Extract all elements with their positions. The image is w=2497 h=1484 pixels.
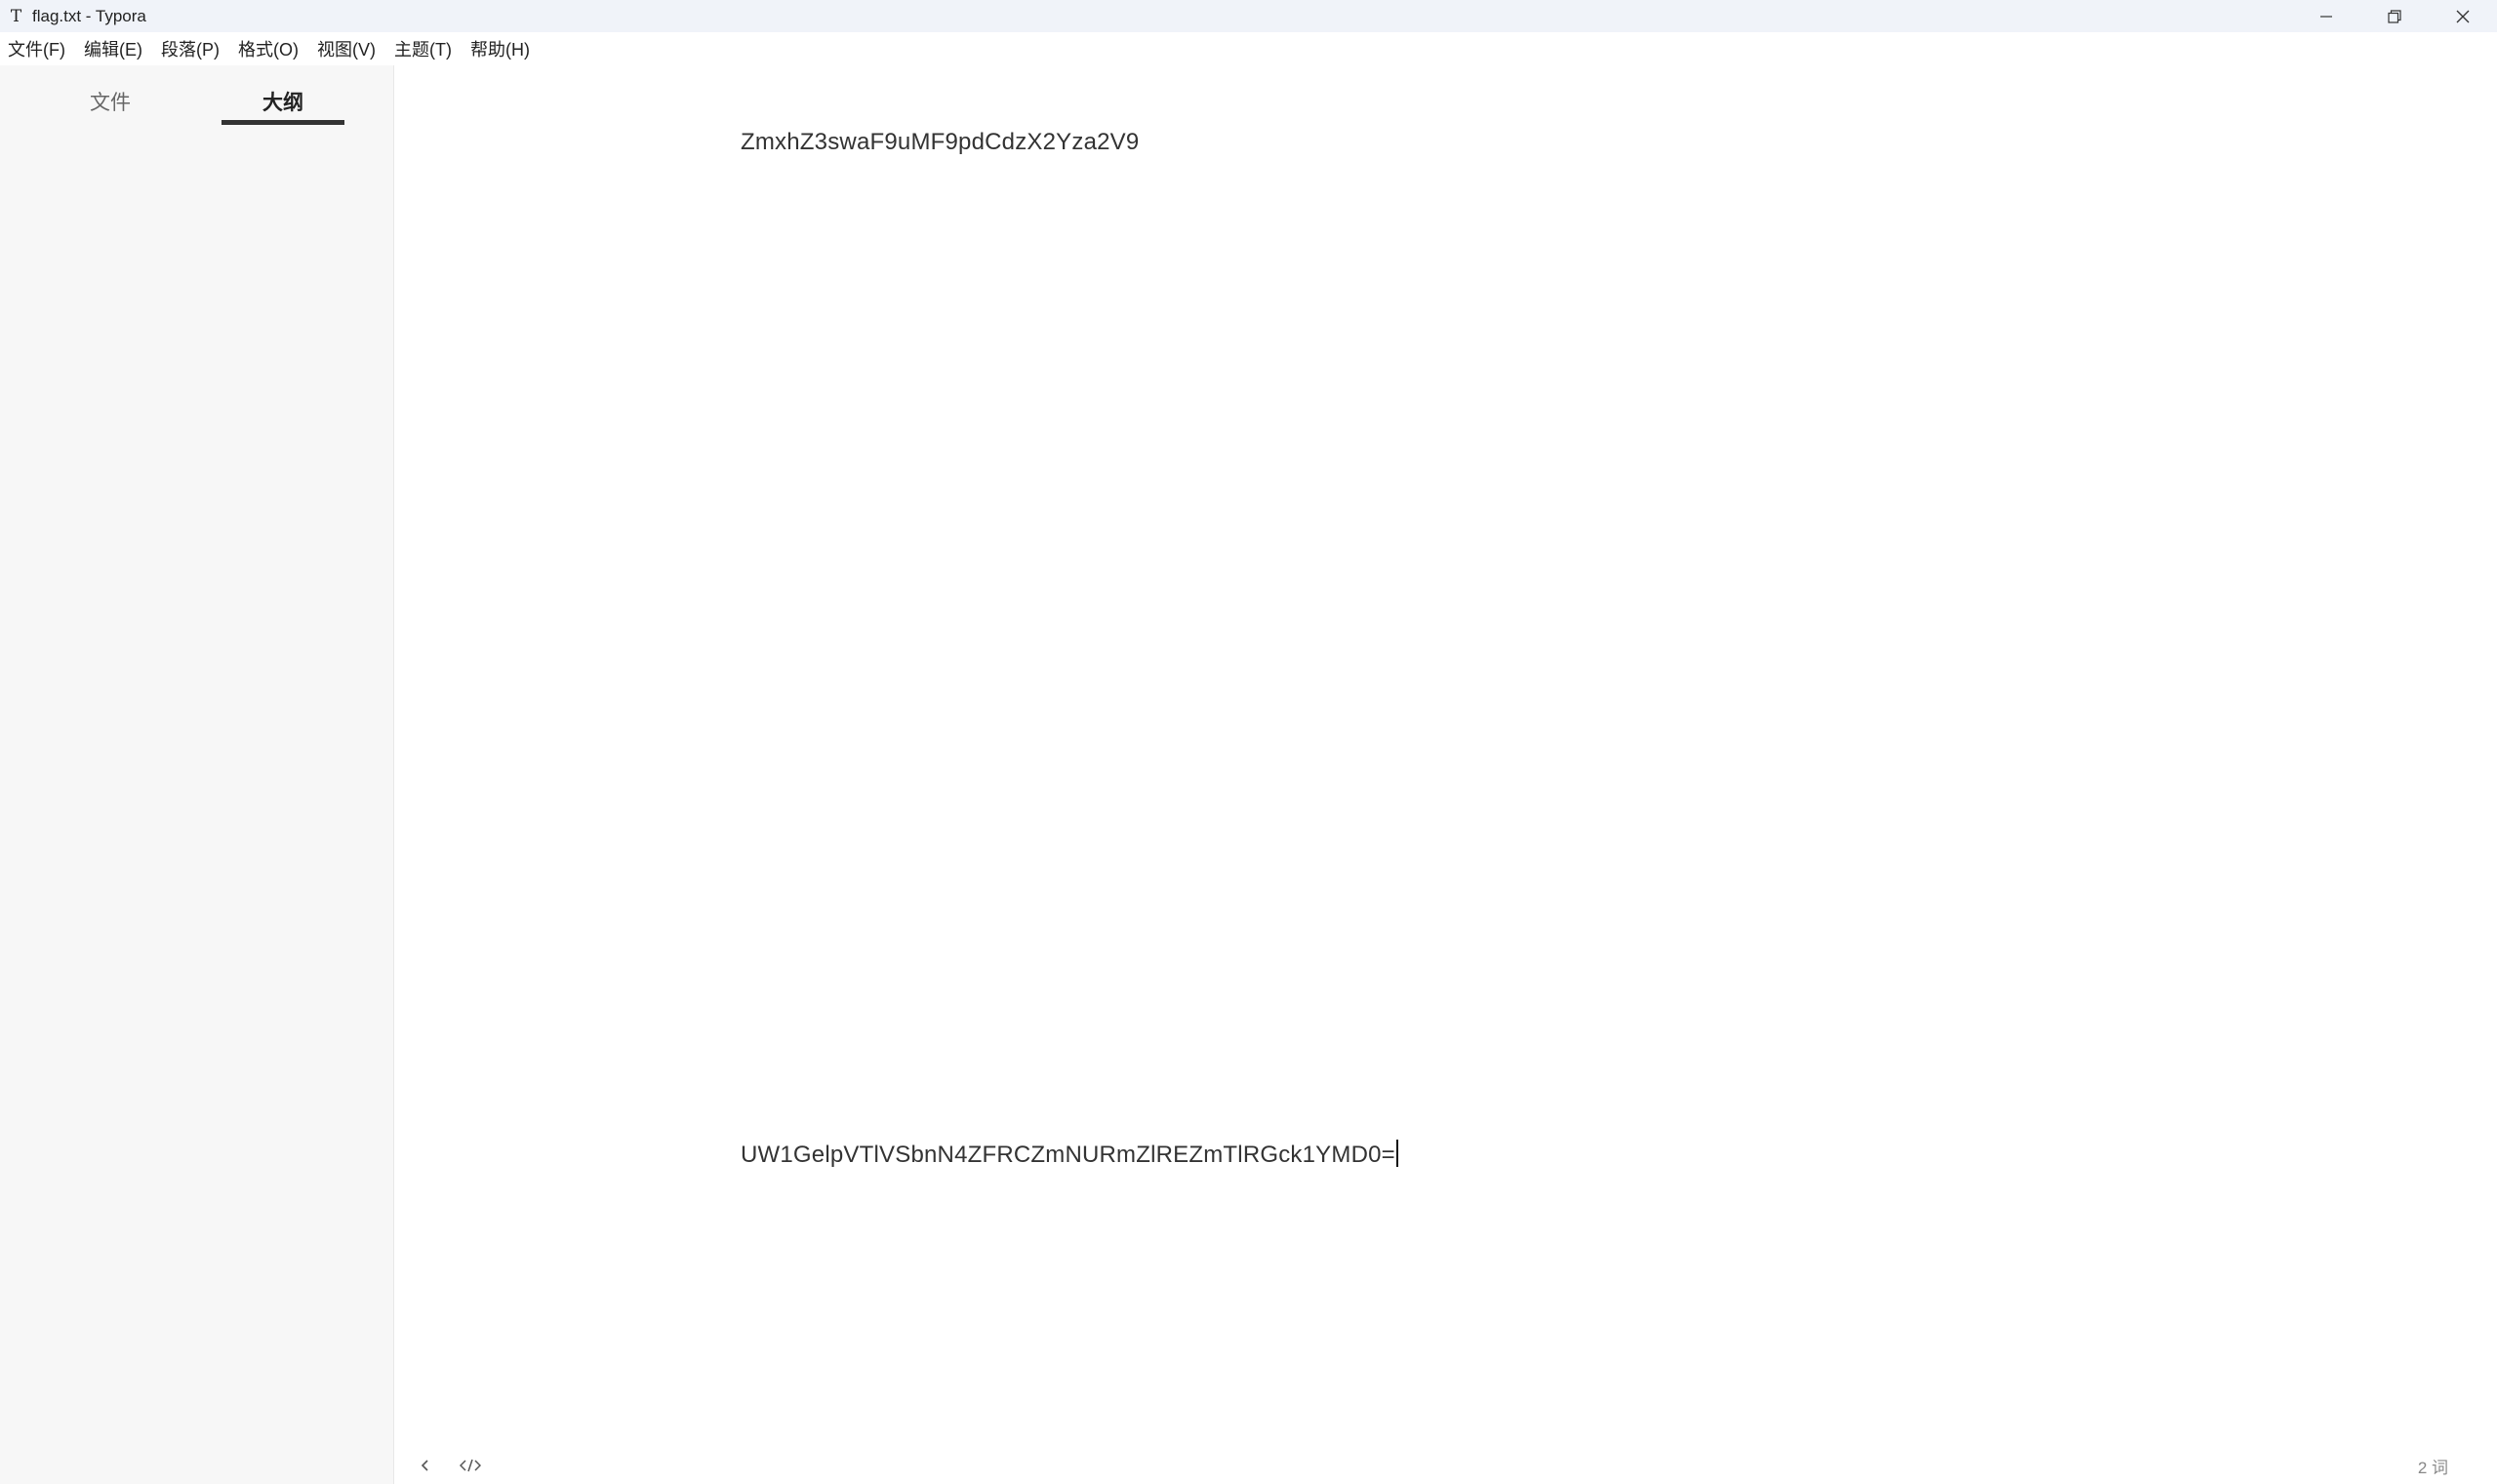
editor-line-text: ZmxhZ3swaF9uMF9pdCdzX2Yza2V9 (741, 129, 1140, 155)
word-count[interactable]: 2 词 (2418, 1454, 2448, 1478)
status-bar: 2 词 (395, 1447, 2497, 1484)
editor-area[interactable]: ZmxhZ3swaF9uMF9pdCdzX2Yza2V9 UW1GelpVTlV… (395, 65, 2497, 1484)
tab-outline[interactable]: 大纲 (262, 87, 303, 116)
tab-files[interactable]: 文件 (90, 87, 131, 116)
active-tab-indicator (222, 120, 344, 125)
editor-line[interactable]: UW1GelpVTlVSbnN4ZFRCZmNURmZlREZmTlRGck1Y… (741, 1140, 1398, 1169)
typora-app-icon: T (10, 6, 22, 26)
window-title: flag.txt - Typora (32, 6, 146, 25)
editor-line-text: UW1GelpVTlVSbnN4ZFRCZmNURmZlREZmTlRGck1Y… (741, 1142, 1395, 1168)
restore-icon (2388, 9, 2401, 23)
restore-button[interactable] (2360, 0, 2429, 32)
menu-edit[interactable]: 编辑(E) (84, 36, 142, 61)
menu-theme[interactable]: 主题(T) (394, 36, 452, 61)
window-controls (2292, 0, 2497, 32)
minimize-icon (2320, 15, 2332, 18)
chevron-left-icon (421, 1460, 428, 1471)
close-button[interactable] (2429, 0, 2497, 32)
text-cursor (1395, 1140, 1398, 1167)
source-code-mode-button[interactable] (448, 1447, 493, 1484)
code-icon (460, 1459, 481, 1472)
menu-format[interactable]: 格式(O) (238, 36, 299, 61)
title-bar: T flag.txt - Typora (0, 0, 2497, 32)
menu-file[interactable]: 文件(F) (8, 36, 65, 61)
editor-line[interactable]: ZmxhZ3swaF9uMF9pdCdzX2Yza2V9 (741, 129, 1139, 156)
close-icon (2456, 10, 2470, 22)
menu-view[interactable]: 视图(V) (317, 36, 376, 61)
sidebar: 文件 大纲 (0, 65, 394, 1484)
menu-help[interactable]: 帮助(H) (470, 36, 530, 61)
menu-bar: 文件(F) 编辑(E) 段落(P) 格式(O) 视图(V) 主题(T) 帮助(H… (0, 32, 2497, 65)
toggle-sidebar-button[interactable] (403, 1447, 448, 1484)
menu-paragraph[interactable]: 段落(P) (161, 36, 220, 61)
sidebar-tabs: 文件 大纲 (0, 65, 394, 134)
minimize-button[interactable] (2292, 0, 2360, 32)
